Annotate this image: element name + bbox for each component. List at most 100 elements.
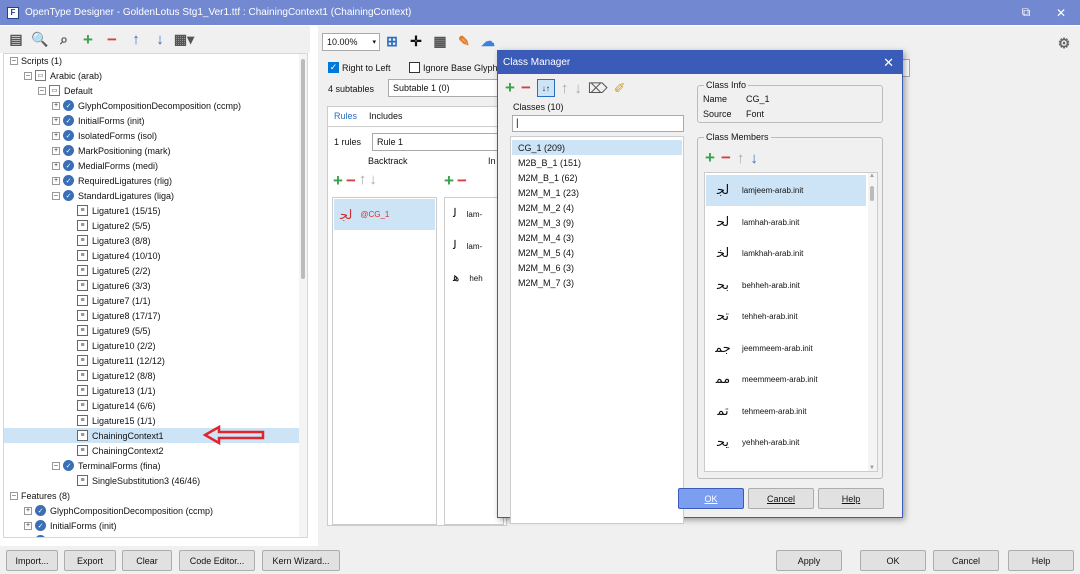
subtable-select[interactable]: Subtable 1 (0) [388, 79, 498, 97]
dialog-help-button[interactable]: Help [818, 488, 884, 509]
tree-node[interactable]: ≡ Ligature1 (15/15) [4, 203, 300, 218]
help-button[interactable]: Help [1008, 550, 1074, 571]
class-list-item[interactable]: M2M_M_3 (9) [512, 215, 682, 230]
member-down-icon[interactable]: ↓ [750, 150, 758, 167]
tree-node[interactable]: + ✓ RequiredLigatures (rlig) [4, 173, 300, 188]
tree-node[interactable]: ≡ Ligature2 (5/5) [4, 218, 300, 233]
import-button[interactable]: Import... [6, 550, 58, 571]
tree-node[interactable]: ≡ SingleSubstitution3 (46/46) [4, 473, 300, 488]
expand-icon[interactable]: + [52, 116, 60, 125]
backtrack-remove-icon[interactable]: − [346, 171, 356, 191]
tree-node[interactable]: – Features (8) [4, 488, 300, 503]
tree-node[interactable]: – ▭ Default [4, 83, 300, 98]
edit-icon[interactable]: ✎ [454, 32, 474, 50]
class-list-item[interactable]: M2M_M_5 (4) [512, 245, 682, 260]
tree-node[interactable]: – ✓ StandardLigatures (liga) [4, 188, 300, 203]
backtrack-down-icon[interactable]: ↓ [369, 171, 377, 191]
input-item[interactable]: ﻟ lam- [453, 238, 482, 252]
tree-node[interactable]: ≡ Ligature3 (8/8) [4, 233, 300, 248]
tree-node[interactable]: + ✓ GlyphCompositionDecomposition (ccmp) [4, 98, 300, 113]
class-list-item[interactable]: CG_1 (209) [512, 140, 682, 155]
tree-node[interactable]: + ✓ MarkPositioning (mark) [4, 143, 300, 158]
class-list-item[interactable]: M2M_M_7 (3) [512, 275, 682, 290]
close-window-icon[interactable]: ✕ [1046, 0, 1076, 25]
class-list-item[interactable]: M2M_M_1 (23) [512, 185, 682, 200]
tree-node[interactable]: ≡ Ligature14 (6/6) [4, 398, 300, 413]
class-member-item[interactable]: ﺗﺤ tehheh-arab.init [706, 301, 866, 332]
add-class-icon[interactable]: + [505, 78, 515, 98]
feature-tree[interactable]: – Scripts (1) – ▭ Arabic (arab) – ▭ Default + ✓ Gl… [3, 53, 308, 538]
class-member-item[interactable]: ﻟﺤ lamhah-arab.init [706, 207, 866, 238]
expand-icon[interactable]: + [52, 176, 60, 185]
settings-gear-icon[interactable]: ⚙ [1054, 34, 1074, 52]
expand-icon[interactable]: + [52, 161, 60, 170]
collapse-icon[interactable]: – [10, 56, 18, 65]
backtrack-up-icon[interactable]: ↑ [359, 171, 367, 191]
input-remove-icon[interactable]: − [457, 171, 467, 191]
members-list[interactable]: ﻟﺠ lamjeem-arab.init ﻟﺤ lamhah-arab.init ﻟﺨ l… [704, 172, 878, 472]
dialog-close-icon[interactable]: ✕ [883, 55, 894, 71]
class-member-item[interactable]: ﻳﺤ yehheh-arab.init [706, 427, 866, 458]
class-up-icon[interactable]: ↑ [561, 80, 569, 97]
input-item[interactable]: ﻫ heh [453, 270, 483, 284]
class-member-item[interactable]: ﻟﺨ lamkhah-arab.init [706, 238, 866, 269]
remove-member-icon[interactable]: − [721, 148, 731, 168]
ok-button[interactable]: OK [860, 550, 926, 571]
tree-node[interactable]: ≡ Ligature9 (5/5) [4, 323, 300, 338]
class-search-input[interactable]: | [512, 115, 684, 132]
tree-scrollbar[interactable] [299, 54, 307, 537]
backtrack-item[interactable]: ﻟﺠ @CG_1 [334, 199, 435, 230]
tab-rules[interactable]: Rules [328, 107, 364, 126]
sort-icon[interactable]: ↓↑ [536, 79, 555, 97]
tree-node[interactable]: + ✓ InitialForms (init) [4, 518, 300, 533]
tree-node[interactable]: ≡ Ligature7 (1/1) [4, 293, 300, 308]
tree-node[interactable]: +✓ IsolatedForms (isol) [4, 533, 300, 537]
expand-icon[interactable]: + [52, 146, 60, 155]
kern-wizard-button[interactable]: Kern Wizard... [262, 550, 340, 571]
tab-includes[interactable]: Includes [363, 107, 409, 126]
remove-icon[interactable]: − [102, 30, 122, 49]
tree-node[interactable]: + ✓ MedialForms (medi) [4, 158, 300, 173]
expand-icon[interactable]: + [24, 506, 32, 515]
cancel-button[interactable]: Cancel [933, 550, 999, 571]
classes-list[interactable]: CG_1 (209) M2B_B_1 (151) M2M_B_1 (62) M2M_M… [510, 136, 684, 524]
class-down-icon[interactable]: ↓ [574, 80, 582, 97]
input-add-icon[interactable]: + [444, 171, 454, 191]
tree-node[interactable]: ≡ Ligature11 (12/12) [4, 353, 300, 368]
tree-node[interactable]: – ✓ TerminalForms (fina) [4, 458, 300, 473]
cloud-icon[interactable]: ☁ [478, 32, 498, 50]
collapse-icon[interactable]: – [38, 86, 46, 95]
restore-icon[interactable]: ⧉ [1011, 0, 1041, 25]
input-item[interactable]: ﻟ lam- [453, 206, 482, 220]
crosshair-icon[interactable]: ✛ [406, 32, 426, 50]
apply-button[interactable]: Apply [776, 550, 842, 571]
expand-icon[interactable]: + [52, 131, 60, 140]
tree-node[interactable]: ≡ Ligature5 (2/2) [4, 263, 300, 278]
tree-node[interactable]: + ✓ InitialForms (init) [4, 113, 300, 128]
clean-icon[interactable]: ✐ [614, 80, 626, 97]
tree-node[interactable]: – ▭ Arabic (arab) [4, 68, 300, 83]
remove-class-icon[interactable]: − [521, 78, 531, 98]
tree-node[interactable]: +✓ IsolatedForms (isol) [4, 128, 300, 143]
collapse-icon[interactable]: – [52, 191, 60, 200]
add-icon[interactable]: + [78, 30, 98, 49]
class-member-item[interactable]: ﻣﻤ meemmeem-arab.init [706, 364, 866, 395]
tree-node[interactable]: + ✓ GlyphCompositionDecomposition (ccmp) [4, 503, 300, 518]
tree-node[interactable]: ≡ Ligature12 (8/8) [4, 368, 300, 383]
clear-button[interactable]: Clear [122, 550, 172, 571]
tree-node[interactable]: ≡ Ligature13 (1/1) [4, 383, 300, 398]
class-list-item[interactable]: M2B_B_1 (151) [512, 155, 682, 170]
collapse-icon[interactable]: – [52, 461, 60, 470]
input-list[interactable]: ﻟ lam- ﻟ lam- ﻫ heh [444, 197, 504, 525]
class-list-item[interactable]: M2M_M_6 (3) [512, 260, 682, 275]
expand-icon[interactable]: + [24, 521, 32, 530]
expand-icon[interactable]: + [24, 536, 32, 537]
move-down-icon[interactable]: ↓ [150, 31, 170, 49]
class-list-item[interactable]: M2M_M_4 (3) [512, 230, 682, 245]
find-icon[interactable]: ⌕ [54, 31, 74, 49]
right-to-left-checkbox[interactable]: ✓ Right to Left [328, 62, 391, 73]
collapse-icon[interactable]: – [10, 491, 18, 500]
dialog-ok-button[interactable]: OK [678, 488, 744, 509]
class-member-item[interactable]: ﺑﺤ behheh-arab.init [706, 270, 866, 301]
export-button[interactable]: Export [64, 550, 116, 571]
